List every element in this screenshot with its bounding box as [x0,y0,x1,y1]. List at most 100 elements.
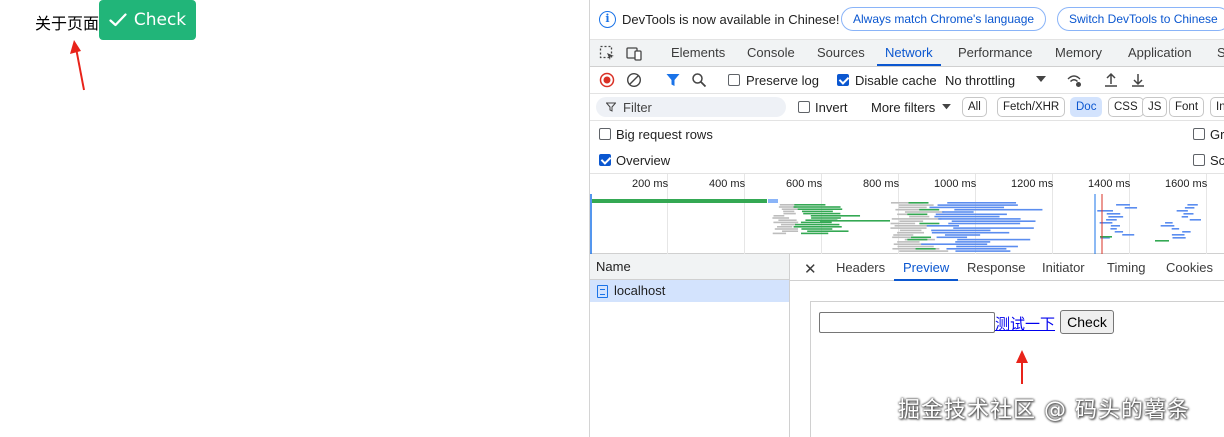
waterfall-bar [793,226,842,228]
tab-timing[interactable]: Timing [1107,254,1146,281]
screenshots-label: Scr [1210,153,1224,168]
watermark: 掘金技术社区 @ 码头的薯条 [898,398,1190,423]
type-filter-css[interactable]: CSS [1108,97,1144,117]
filter-input[interactable]: Filter [596,97,786,117]
disable-cache-label: Disable cache [855,73,937,88]
type-filter-font[interactable]: Font [1169,97,1205,117]
waterfall-bar [778,219,797,221]
tab-initiator[interactable]: Initiator [1042,254,1085,281]
tab-response[interactable]: Response [967,254,1026,281]
screenshots-checkbox[interactable] [1193,154,1205,166]
tab-application[interactable]: Application [1128,40,1192,66]
tab-memory[interactable]: Memory [1055,40,1102,66]
type-filter-doc[interactable]: Doc [1070,97,1103,117]
tab-overflow[interactable]: S [1217,40,1224,66]
close-icon[interactable]: ✕ [804,260,817,278]
preserve-log-checkbox[interactable] [728,74,740,86]
waterfall-bar [957,238,1031,241]
options-row-2: Overview Scr [590,147,1224,174]
type-filter-fetch-xhr[interactable]: Fetch/XHR [997,97,1066,117]
type-filter-img[interactable]: In [1210,97,1224,117]
waterfall-bar [1110,228,1117,230]
waterfall-bar [1122,234,1135,236]
waterfall-bar [1108,216,1124,218]
tab-preview[interactable]: Preview [894,254,959,281]
request-row-localhost[interactable]: localhost [590,280,789,302]
preview-test-link[interactable]: 测试一下 [995,313,1055,334]
tab-headers[interactable]: Headers [836,254,885,281]
waterfall-bar [807,230,849,232]
waterfall-bar [783,212,796,215]
waterfall-bar [909,215,930,218]
timeline-tick-label: 800 ms [863,178,900,190]
waterfall-bar [781,208,798,210]
more-filters-dropdown[interactable]: More filters [871,100,935,115]
waterfall-bar [890,222,916,225]
big-request-rows-checkbox[interactable] [599,128,611,140]
waterfall-bar [797,208,843,210]
timeline-tick-label: 1200 ms [1011,178,1054,190]
waterfall-bar [1110,225,1120,227]
network-overview-timeline[interactable]: 200 ms 400 ms 600 ms 800 ms 1000 ms 1200… [590,174,1224,254]
device-toolbar-icon[interactable] [626,45,642,61]
waterfall-bar [768,199,778,203]
filter-funnel-icon[interactable] [665,72,681,88]
waterfall-bar [904,211,945,213]
waterfall-bar [954,208,1043,211]
disable-cache-checkbox[interactable] [837,74,849,86]
waterfall-bar [1183,213,1194,215]
annotation-arrow-preview [1016,350,1028,384]
name-column-header[interactable]: Name [590,254,789,280]
tab-sources[interactable]: Sources [817,40,865,66]
waterfall-bar [782,230,799,232]
waterfall-bar [898,206,927,209]
timeline-tick-label: 1600 ms [1165,178,1208,190]
inspect-element-icon[interactable] [599,45,615,61]
export-har-icon[interactable] [1130,72,1146,88]
tab-elements[interactable]: Elements [671,40,725,66]
waterfall-bar [890,227,927,229]
preview-check-button[interactable]: Check [1060,310,1114,334]
waterfall-bar [592,199,767,203]
throttling-select[interactable]: No throttling [945,73,1015,88]
waterfall-bar [955,241,991,243]
tab-performance[interactable]: Performance [958,40,1032,66]
check-button[interactable]: Check [99,0,196,40]
import-har-icon[interactable] [1103,72,1119,88]
record-stop-icon[interactable] [599,72,615,88]
switch-to-chinese-button[interactable]: Switch DevTools to Chinese [1057,7,1224,31]
waterfall-bar [953,227,1034,229]
type-filter-js[interactable]: JS [1142,97,1168,117]
tab-cookies[interactable]: Cookies [1166,254,1213,281]
waterfall-bar [1171,228,1180,230]
invert-checkbox[interactable] [798,101,810,113]
waterfall-bar [942,211,974,213]
waterfall-bar [1124,207,1138,209]
clear-icon[interactable] [626,72,642,88]
tab-network[interactable]: Network [877,40,941,66]
waterfall-bar [893,243,923,245]
network-conditions-icon[interactable] [1066,72,1082,88]
checkmark-icon [109,13,127,27]
group-by-frame-checkbox[interactable] [1193,128,1205,140]
type-filter-all[interactable]: All [962,97,987,117]
timeline-tick-label: 1400 ms [1088,178,1131,190]
waterfall-bar [795,223,840,226]
preview-text-input[interactable] [819,312,995,333]
language-info-bar: i DevTools is now available in Chinese! … [590,0,1224,40]
tab-console[interactable]: Console [747,40,795,66]
waterfall-bar [1114,231,1124,233]
waterfall-bar [793,206,841,208]
waterfall-bar [956,245,1018,248]
always-match-language-button[interactable]: Always match Chrome's language [841,7,1047,31]
waterfall-bar [946,248,1007,250]
waterfall-bar [820,220,890,222]
waterfall-bar [947,202,1017,204]
waterfall-bar [897,245,934,248]
waterfall-bar [921,243,988,245]
overview-checkbox[interactable] [599,154,611,166]
filter-row: Filter Invert More filters All Fetch/XHR… [590,94,1224,121]
search-icon[interactable] [691,72,707,88]
waterfall-bar [948,222,1021,225]
waterfall-bar [1189,219,1201,221]
